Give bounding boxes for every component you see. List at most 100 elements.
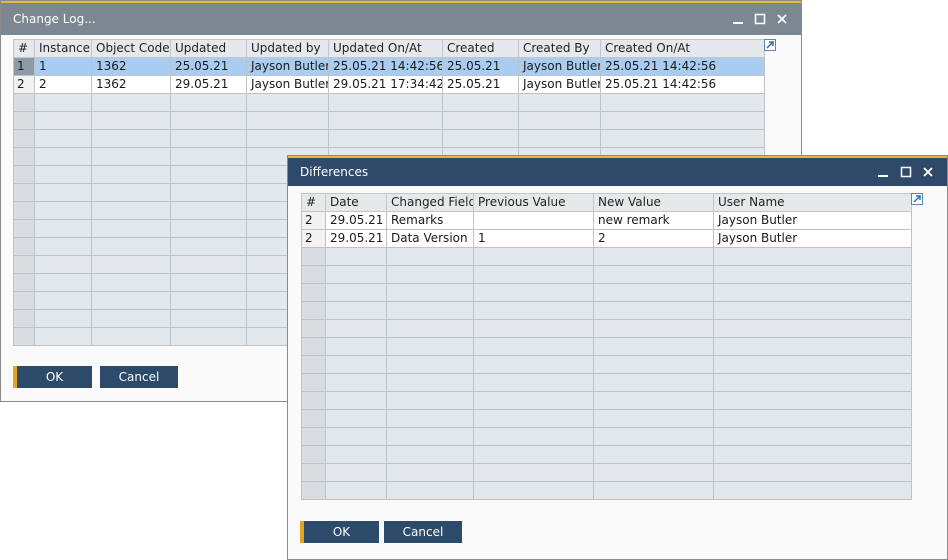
empty-cell[interactable] <box>170 147 247 166</box>
empty-cell[interactable] <box>386 355 474 374</box>
empty-cell[interactable] <box>91 165 171 184</box>
empty-cell[interactable] <box>34 309 92 328</box>
empty-cell[interactable] <box>593 337 714 356</box>
empty-cell[interactable] <box>170 309 247 328</box>
empty-cell[interactable] <box>442 111 519 130</box>
empty-cell[interactable] <box>713 247 912 266</box>
minimize-icon[interactable] <box>872 158 894 186</box>
empty-cell[interactable] <box>593 301 714 320</box>
empty-cell[interactable] <box>713 463 912 482</box>
empty-cell[interactable] <box>473 247 594 266</box>
empty-cell[interactable] <box>91 237 171 256</box>
empty-cell[interactable] <box>13 165 35 184</box>
empty-cell[interactable] <box>518 111 601 130</box>
empty-cell[interactable] <box>473 391 594 410</box>
empty-cell[interactable] <box>34 291 92 310</box>
empty-cell[interactable] <box>91 273 171 292</box>
empty-cell[interactable] <box>170 327 247 346</box>
empty-cell[interactable] <box>13 111 35 130</box>
empty-cell[interactable] <box>91 201 171 220</box>
empty-cell[interactable] <box>13 327 35 346</box>
empty-cell[interactable] <box>301 247 326 266</box>
empty-cell[interactable] <box>301 481 326 500</box>
empty-cell[interactable] <box>386 427 474 446</box>
empty-cell[interactable] <box>34 129 92 148</box>
empty-cell[interactable] <box>325 265 387 284</box>
empty-cell[interactable] <box>91 255 171 274</box>
empty-cell[interactable] <box>713 481 912 500</box>
empty-cell[interactable] <box>328 93 443 112</box>
empty-cell[interactable] <box>301 463 326 482</box>
empty-cell[interactable] <box>600 111 765 130</box>
column-header[interactable]: Created On/At <box>600 39 765 58</box>
table-cell[interactable]: 1362 <box>91 57 171 76</box>
empty-cell[interactable] <box>325 301 387 320</box>
empty-cell[interactable] <box>34 183 92 202</box>
empty-cell[interactable] <box>91 291 171 310</box>
empty-cell[interactable] <box>325 373 387 392</box>
empty-cell[interactable] <box>593 373 714 392</box>
table-cell[interactable]: Remarks <box>386 211 474 230</box>
empty-cell[interactable] <box>386 391 474 410</box>
empty-row[interactable] <box>301 409 912 428</box>
empty-cell[interactable] <box>13 309 35 328</box>
empty-cell[interactable] <box>301 265 326 284</box>
empty-cell[interactable] <box>473 409 594 428</box>
empty-cell[interactable] <box>518 93 601 112</box>
empty-cell[interactable] <box>13 201 35 220</box>
empty-cell[interactable] <box>328 129 443 148</box>
empty-cell[interactable] <box>473 373 594 392</box>
empty-cell[interactable] <box>325 445 387 464</box>
empty-cell[interactable] <box>34 93 92 112</box>
table-row[interactable]: 2 2 1362 29.05.21 Jayson Butler 29.05.21 17:3… <box>13 75 765 94</box>
row-number-cell[interactable]: 1 <box>13 57 35 76</box>
column-header[interactable]: Previous Value <box>473 193 594 212</box>
empty-cell[interactable] <box>713 409 912 428</box>
empty-cell[interactable] <box>34 327 92 346</box>
table-cell[interactable]: 25.05.21 <box>442 75 519 94</box>
empty-cell[interactable] <box>386 481 474 500</box>
column-header[interactable]: User Name <box>713 193 912 212</box>
table-cell[interactable]: Data Version <box>386 229 474 248</box>
empty-cell[interactable] <box>246 93 329 112</box>
empty-cell[interactable] <box>328 111 443 130</box>
empty-cell[interactable] <box>713 301 912 320</box>
empty-cell[interactable] <box>386 283 474 302</box>
empty-cell[interactable] <box>91 309 171 328</box>
table-cell[interactable]: 1 <box>473 229 594 248</box>
empty-cell[interactable] <box>170 291 247 310</box>
empty-cell[interactable] <box>593 319 714 338</box>
empty-cell[interactable] <box>473 463 594 482</box>
table-cell[interactable]: Jayson Butler <box>713 211 912 230</box>
table-cell[interactable]: Jayson Butler <box>246 57 329 76</box>
maximize-icon[interactable] <box>749 3 771 35</box>
empty-cell[interactable] <box>473 427 594 446</box>
empty-cell[interactable] <box>170 255 247 274</box>
empty-cell[interactable] <box>325 463 387 482</box>
differences-grid[interactable]: # Date Changed Field Previous Value New Valu… <box>301 193 912 500</box>
table-cell[interactable]: 29.05.21 17:34:42 <box>328 75 443 94</box>
empty-cell[interactable] <box>91 93 171 112</box>
empty-row[interactable] <box>301 247 912 266</box>
empty-cell[interactable] <box>442 93 519 112</box>
row-number-cell[interactable]: 2 <box>301 211 326 230</box>
minimize-icon[interactable] <box>727 3 749 35</box>
empty-row[interactable] <box>301 283 912 302</box>
table-row[interactable]: 2 29.05.21 Remarks new remark Jayson Butler <box>301 211 912 230</box>
empty-cell[interactable] <box>301 391 326 410</box>
empty-cell[interactable] <box>246 111 329 130</box>
empty-row[interactable] <box>13 111 765 130</box>
empty-cell[interactable] <box>301 355 326 374</box>
empty-cell[interactable] <box>713 283 912 302</box>
empty-cell[interactable] <box>713 355 912 374</box>
empty-cell[interactable] <box>593 409 714 428</box>
empty-cell[interactable] <box>301 427 326 446</box>
empty-cell[interactable] <box>593 355 714 374</box>
column-header[interactable]: Created <box>442 39 519 58</box>
empty-cell[interactable] <box>301 409 326 428</box>
close-icon[interactable] <box>771 3 793 35</box>
empty-cell[interactable] <box>34 111 92 130</box>
empty-cell[interactable] <box>170 201 247 220</box>
empty-cell[interactable] <box>593 445 714 464</box>
empty-cell[interactable] <box>91 129 171 148</box>
